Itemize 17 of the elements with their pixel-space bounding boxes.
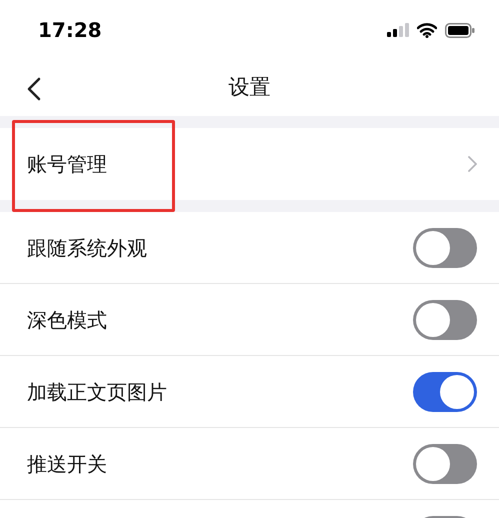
status-time: 17:28 bbox=[38, 17, 102, 44]
row-label: 账号管理 bbox=[27, 151, 107, 178]
row-label: 跟随系统外观 bbox=[27, 234, 147, 262]
toggle-switch[interactable] bbox=[413, 300, 477, 340]
battery-icon bbox=[445, 22, 475, 38]
row-label: 推送开关 bbox=[27, 450, 107, 478]
toggle-switch[interactable] bbox=[413, 228, 477, 268]
row-label: 加载正文页图片 bbox=[27, 378, 167, 406]
row-label: 深色模式 bbox=[27, 306, 107, 334]
account-row[interactable]: 账号管理 bbox=[0, 128, 499, 200]
toggle-switch[interactable] bbox=[413, 372, 477, 412]
wifi-icon bbox=[417, 22, 437, 38]
back-icon bbox=[27, 77, 41, 101]
toggle-switch[interactable] bbox=[413, 444, 477, 484]
chevron-right-icon bbox=[468, 156, 477, 172]
page-title: 设置 bbox=[228, 74, 270, 102]
signal-icon bbox=[387, 23, 409, 37]
